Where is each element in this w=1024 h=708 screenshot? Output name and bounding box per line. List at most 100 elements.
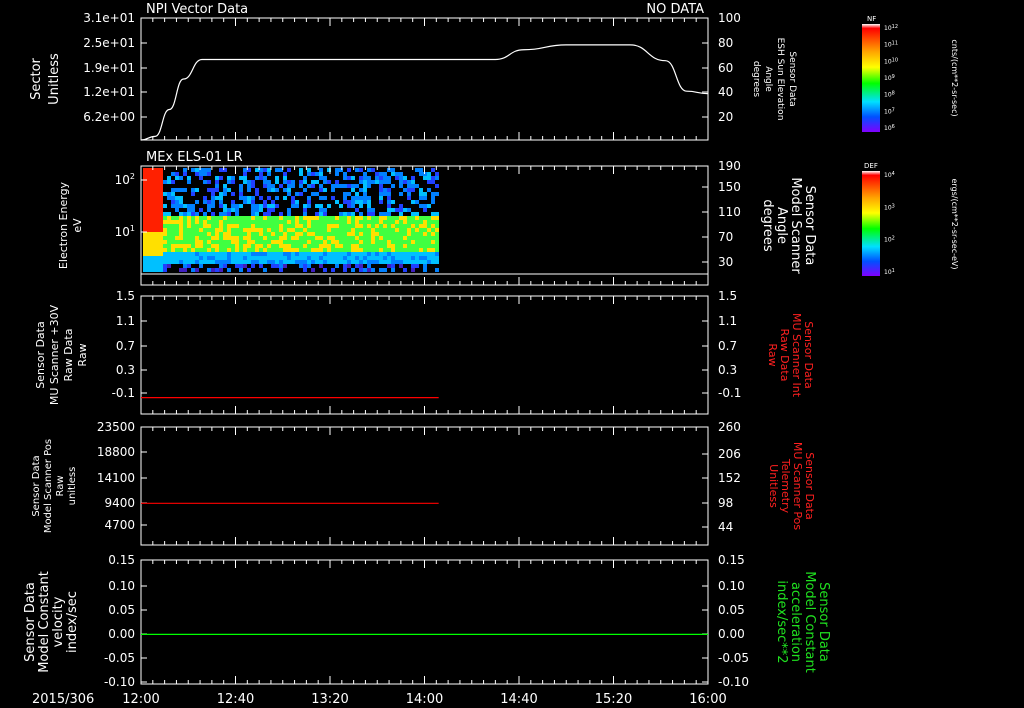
spectrogram-cell <box>175 200 179 204</box>
colorbar-def-label: DEF <box>864 162 878 170</box>
spectrogram-cell <box>163 256 167 260</box>
spectrogram-cell <box>399 192 403 196</box>
spectrogram-cell <box>215 216 219 220</box>
spectrogram-cell <box>391 236 395 240</box>
spectrogram-cell <box>263 260 267 264</box>
spectrogram-cell <box>347 212 351 216</box>
spectrogram-cell <box>215 248 219 252</box>
spectrogram-cell <box>155 268 159 272</box>
spectrogram-cell <box>375 232 379 236</box>
spectrogram-cell <box>395 236 399 240</box>
spectrogram-cell <box>155 176 159 180</box>
spectrogram-cell <box>207 244 211 248</box>
spectrogram-cell <box>331 240 335 244</box>
spectrogram-cell <box>291 204 295 208</box>
spectrogram-cell <box>159 192 163 196</box>
spectrogram-cell <box>275 188 279 192</box>
spectrogram-cell <box>363 260 367 264</box>
spectrogram-cell <box>347 228 351 232</box>
spectrogram-cell <box>183 224 187 228</box>
spectrogram-cell <box>383 212 387 216</box>
spectrogram-cell <box>351 252 355 256</box>
spectrogram-cell <box>267 212 271 216</box>
spectrogram-cell <box>239 264 243 268</box>
spectrogram-cell <box>387 256 391 260</box>
y-tick-label: 18800 <box>97 445 135 459</box>
spectrogram-cell <box>311 184 315 188</box>
spectrogram-cell <box>383 220 387 224</box>
spectrogram-cell <box>203 180 207 184</box>
spectrogram-cell <box>295 240 299 244</box>
spectrogram-cell <box>407 260 411 264</box>
spectrogram-cell <box>263 248 267 252</box>
spectrogram-cell <box>267 240 271 244</box>
spectrogram-cell <box>159 256 163 260</box>
spectrogram-cell <box>275 204 279 208</box>
spectrogram-cell <box>415 224 419 228</box>
spectrogram-cell <box>219 240 223 244</box>
spectrogram-cell <box>175 204 179 208</box>
spectrogram-cell <box>299 180 303 184</box>
spectrogram-cell <box>323 188 327 192</box>
spectrogram-cell <box>331 228 335 232</box>
spectrogram-cell <box>223 204 227 208</box>
spectrogram-cell <box>335 180 339 184</box>
spectrogram-cell <box>259 224 263 228</box>
spectrogram-cell <box>295 232 299 236</box>
spectrogram-cell <box>203 224 207 228</box>
spectrogram-cell <box>415 200 419 204</box>
spectrogram-cell <box>167 220 171 224</box>
spectrogram-cell <box>179 224 183 228</box>
spectrogram-cell <box>315 220 319 224</box>
spectrogram-cell <box>423 256 427 260</box>
spectrogram-cell <box>335 248 339 252</box>
spectrogram-cell <box>311 268 315 272</box>
spectrogram-cell <box>371 228 375 232</box>
spectrogram-cell <box>367 248 371 252</box>
spectrogram-cell <box>247 224 251 228</box>
spectrogram-cell <box>379 176 383 180</box>
spectrogram-cell <box>191 256 195 260</box>
spectrogram-cell <box>279 240 283 244</box>
spectrogram-cell <box>151 236 155 240</box>
y-axis-label: Electron Energy <box>57 181 70 269</box>
spectrogram-cell <box>183 212 187 216</box>
spectrogram-cell <box>423 240 427 244</box>
spectrogram-cell <box>231 228 235 232</box>
spectrogram-cell <box>287 216 291 220</box>
spectrogram-cell <box>379 232 383 236</box>
spectrogram-cell <box>195 200 199 204</box>
spectrogram-cell <box>355 232 359 236</box>
spectrogram-cell <box>275 220 279 224</box>
spectrogram-cell <box>319 208 323 212</box>
spectrogram-cell <box>167 252 171 256</box>
spectrogram-cell <box>271 204 275 208</box>
spectrogram-cell <box>331 252 335 256</box>
spectrogram-cell <box>335 260 339 264</box>
spectrogram-cell <box>343 224 347 228</box>
spectrogram-cell <box>367 240 371 244</box>
spectrogram-cell <box>167 228 171 232</box>
spectrogram-cell <box>295 200 299 204</box>
spectrogram-cell <box>363 232 367 236</box>
spectrogram-cell <box>259 220 263 224</box>
spectrogram-cell <box>367 224 371 228</box>
spectrogram-cell <box>363 240 367 244</box>
spectrogram-cell <box>343 264 347 268</box>
spectrogram-cell <box>303 216 307 220</box>
spectrogram-cell <box>215 256 219 260</box>
spectrogram-cell <box>419 256 423 260</box>
spectrogram-cell <box>411 260 415 264</box>
spectrogram-cell <box>391 244 395 248</box>
spectrogram-cell <box>187 240 191 244</box>
spectrogram-cell <box>379 260 383 264</box>
spectrogram-cell <box>319 212 323 216</box>
spectrogram-cell <box>155 204 159 208</box>
spectrogram-cell <box>315 232 319 236</box>
spectrogram-cell <box>363 200 367 204</box>
spectrogram-cell <box>159 172 163 176</box>
spectrogram-cell <box>279 236 283 240</box>
spectrogram-cell <box>259 264 263 268</box>
spectrogram-cell <box>171 188 175 192</box>
spectrogram-cell <box>267 220 271 224</box>
